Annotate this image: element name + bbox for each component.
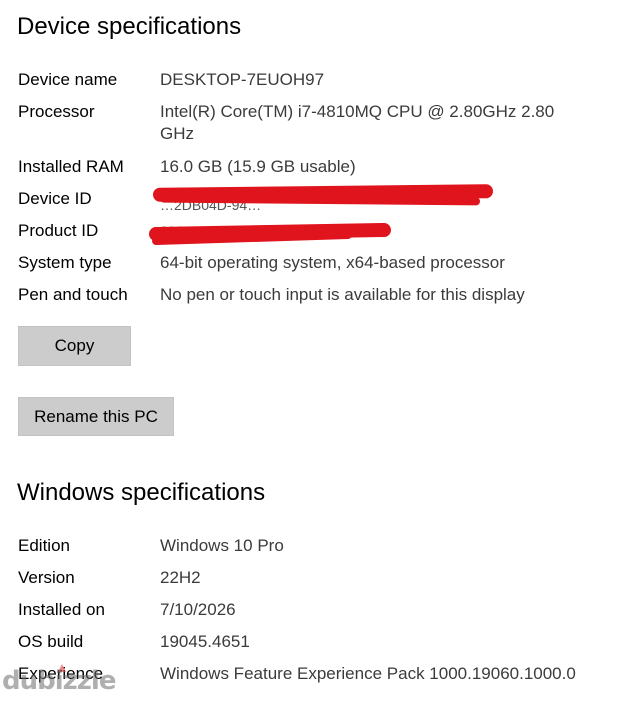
- spec-label: Product ID: [18, 221, 99, 240]
- dubizzle-watermark: dubizzle: [0, 662, 130, 696]
- spec-label: Device ID: [18, 189, 92, 208]
- spec-value: Windows 10 Pro: [160, 536, 284, 555]
- rename-pc-button[interactable]: Rename this PC: [18, 397, 174, 436]
- spec-label: Processor: [18, 102, 95, 121]
- watermark-text: dubizzle: [2, 666, 116, 695]
- spec-value: 64-bit operating system, x64-based proce…: [160, 253, 505, 272]
- spec-value: 22H2: [160, 568, 201, 587]
- spec-label: Version: [18, 568, 75, 587]
- spec-label: Installed RAM: [18, 157, 124, 176]
- spec-row-processor: Processor Intel(R) Core(TM) i7-4810MQ CP…: [18, 101, 618, 145]
- device-specifications-title: Device specifications: [17, 13, 242, 40]
- spec-value: No pen or touch input is available for t…: [160, 285, 525, 304]
- copy-button[interactable]: Copy: [18, 326, 131, 366]
- windows-specifications-title: Windows specifications: [17, 479, 266, 506]
- spec-label: Device name: [18, 70, 118, 89]
- spec-label: Installed on: [18, 600, 105, 619]
- spec-label: Edition: [18, 536, 70, 555]
- spec-value: 7/10/2026: [160, 600, 236, 619]
- spec-value: DESKTOP-7EUOH97: [160, 70, 325, 89]
- spec-label: OS build: [18, 632, 84, 651]
- spec-value: Windows Feature Experience Pack 1000.190…: [160, 664, 576, 683]
- spec-value: 19045.4651: [160, 632, 250, 651]
- spec-value: Intel(R) Core(TM) i7-4810MQ CPU @ 2.80GH…: [160, 102, 555, 143]
- watermark-logo-icon: dubizzle: [2, 664, 117, 696]
- spec-value: 16.0 GB (15.9 GB usable): [160, 157, 356, 176]
- spec-label: System type: [18, 253, 112, 272]
- spec-label: Pen and touch: [18, 285, 128, 304]
